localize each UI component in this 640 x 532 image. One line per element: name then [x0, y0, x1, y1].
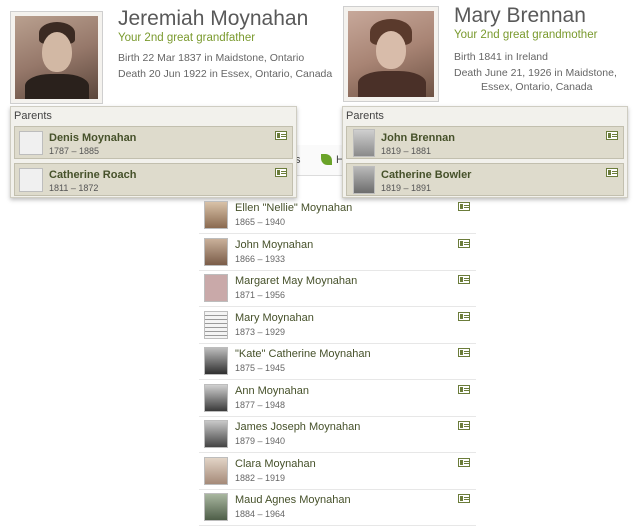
child-dates: 1877 – 1948: [235, 400, 286, 410]
parent-dates: 1787 – 1885: [49, 146, 100, 156]
person-name[interactable]: Jeremiah Moynahan: [118, 7, 308, 31]
thumbnail-image: [204, 384, 228, 412]
child-dates: 1879 – 1940: [235, 436, 286, 446]
child-name[interactable]: Maud Agnes Moynahan: [235, 494, 351, 506]
child-row[interactable]: James Joseph Moynahan 1879 – 1940: [199, 416, 476, 453]
child-name[interactable]: Ann Moynahan: [235, 385, 309, 397]
thumbnail-image: [204, 238, 228, 266]
birth-fact: Birth 22 Mar 1837 in Maidstone, Ontario: [118, 52, 305, 64]
leaf-icon: [321, 154, 332, 165]
profile-card-icon[interactable]: [275, 168, 287, 177]
death-fact: Death 20 Jun 1922 in Essex, Ontario, Can…: [118, 68, 333, 80]
child-name[interactable]: Mary Moynahan: [235, 312, 314, 324]
person-photo-jeremiah[interactable]: [10, 11, 103, 104]
child-dates: 1873 – 1929: [235, 327, 286, 337]
thumbnail-image: [204, 493, 228, 521]
portrait-image: [15, 16, 98, 99]
relationship-label: Your 2nd great grandfather: [118, 32, 256, 44]
child-row[interactable]: Margaret May Moynahan 1871 – 1956: [199, 270, 476, 307]
parents-title: Parents: [346, 110, 384, 122]
profile-card-icon[interactable]: [458, 239, 470, 248]
child-dates: 1875 – 1945: [235, 363, 286, 373]
profile-card-icon[interactable]: [606, 168, 618, 177]
birth-fact: Birth 1841 in Ireland: [454, 51, 548, 63]
thumbnail-image: [204, 420, 228, 448]
profile-card-icon[interactable]: [458, 458, 470, 467]
thumbnail-image: [204, 201, 228, 229]
parent-row[interactable]: John Brennan 1819 – 1881: [346, 126, 624, 159]
parent-name[interactable]: Catherine Bowler: [381, 169, 471, 181]
thumbnail-image: [19, 131, 43, 155]
child-name[interactable]: Ellen "Nellie" Moynahan: [235, 202, 352, 214]
parent-dates: 1819 – 1881: [381, 146, 432, 156]
parent-dates: 1819 – 1891: [381, 183, 432, 193]
parent-name[interactable]: John Brennan: [381, 132, 455, 144]
profile-card-icon[interactable]: [275, 131, 287, 140]
profile-card-icon[interactable]: [458, 421, 470, 430]
parents-panel: Parents John Brennan 1819 – 1881 Catheri…: [342, 106, 628, 198]
child-dates: 1865 – 1940: [235, 217, 286, 227]
parent-row[interactable]: Catherine Bowler 1819 – 1891: [346, 163, 624, 196]
child-row[interactable]: Clara Moynahan 1882 – 1919: [199, 453, 476, 490]
child-dates: 1884 – 1964: [235, 509, 286, 519]
portrait-image: [348, 11, 434, 97]
child-row[interactable]: Mary Moynahan 1873 – 1929: [199, 307, 476, 344]
child-row[interactable]: "Kate" Catherine Moynahan 1875 – 1945: [199, 343, 476, 380]
child-name[interactable]: Margaret May Moynahan: [235, 275, 357, 287]
profile-card-icon[interactable]: [458, 348, 470, 357]
parent-row[interactable]: Denis Moynahan 1787 – 1885: [14, 126, 293, 159]
profile-card-icon[interactable]: [458, 312, 470, 321]
thumbnail-image: [353, 129, 375, 157]
child-row[interactable]: Ann Moynahan 1877 – 1948: [199, 380, 476, 417]
thumbnail-image: [204, 347, 228, 375]
parents-panel: Parents Denis Moynahan 1787 – 1885 Cathe…: [10, 106, 297, 198]
child-name[interactable]: James Joseph Moynahan: [235, 421, 360, 433]
profile-card-icon[interactable]: [458, 202, 470, 211]
parents-title: Parents: [14, 110, 52, 122]
child-name[interactable]: Clara Moynahan: [235, 458, 316, 470]
parent-dates: 1811 – 1872: [49, 183, 99, 193]
child-row[interactable]: John Moynahan 1866 – 1933: [199, 234, 476, 271]
profile-card-icon[interactable]: [458, 275, 470, 284]
thumbnail-image: [204, 457, 228, 485]
thumbnail-image: [353, 166, 375, 194]
profile-card-icon[interactable]: [606, 131, 618, 140]
child-dates: 1882 – 1919: [235, 473, 286, 483]
child-name[interactable]: "Kate" Catherine Moynahan: [235, 348, 371, 360]
parent-name[interactable]: Denis Moynahan: [49, 132, 136, 144]
person-name[interactable]: Mary Brennan: [454, 4, 586, 28]
child-row[interactable]: Ellen "Nellie" Moynahan 1865 – 1940: [199, 197, 476, 234]
relationship-label: Your 2nd great grandmother: [454, 29, 598, 41]
parent-row[interactable]: Catherine Roach 1811 – 1872: [14, 163, 293, 196]
death-fact-line2: Essex, Ontario, Canada: [481, 81, 593, 93]
parent-name[interactable]: Catherine Roach: [49, 169, 136, 181]
silhouette-icon: [204, 274, 228, 302]
profile-card-icon[interactable]: [458, 385, 470, 394]
child-name[interactable]: John Moynahan: [235, 239, 313, 251]
document-thumbnail: [204, 311, 228, 339]
child-dates: 1866 – 1933: [235, 254, 286, 264]
death-fact-line1: Death June 21, 1926 in Maidstone,: [454, 67, 617, 79]
child-dates: 1871 – 1956: [235, 290, 286, 300]
thumbnail-image: [19, 168, 43, 192]
child-row[interactable]: Maud Agnes Moynahan 1884 – 1964: [199, 489, 476, 526]
profile-card-icon[interactable]: [458, 494, 470, 503]
person-photo-mary[interactable]: [343, 6, 439, 102]
